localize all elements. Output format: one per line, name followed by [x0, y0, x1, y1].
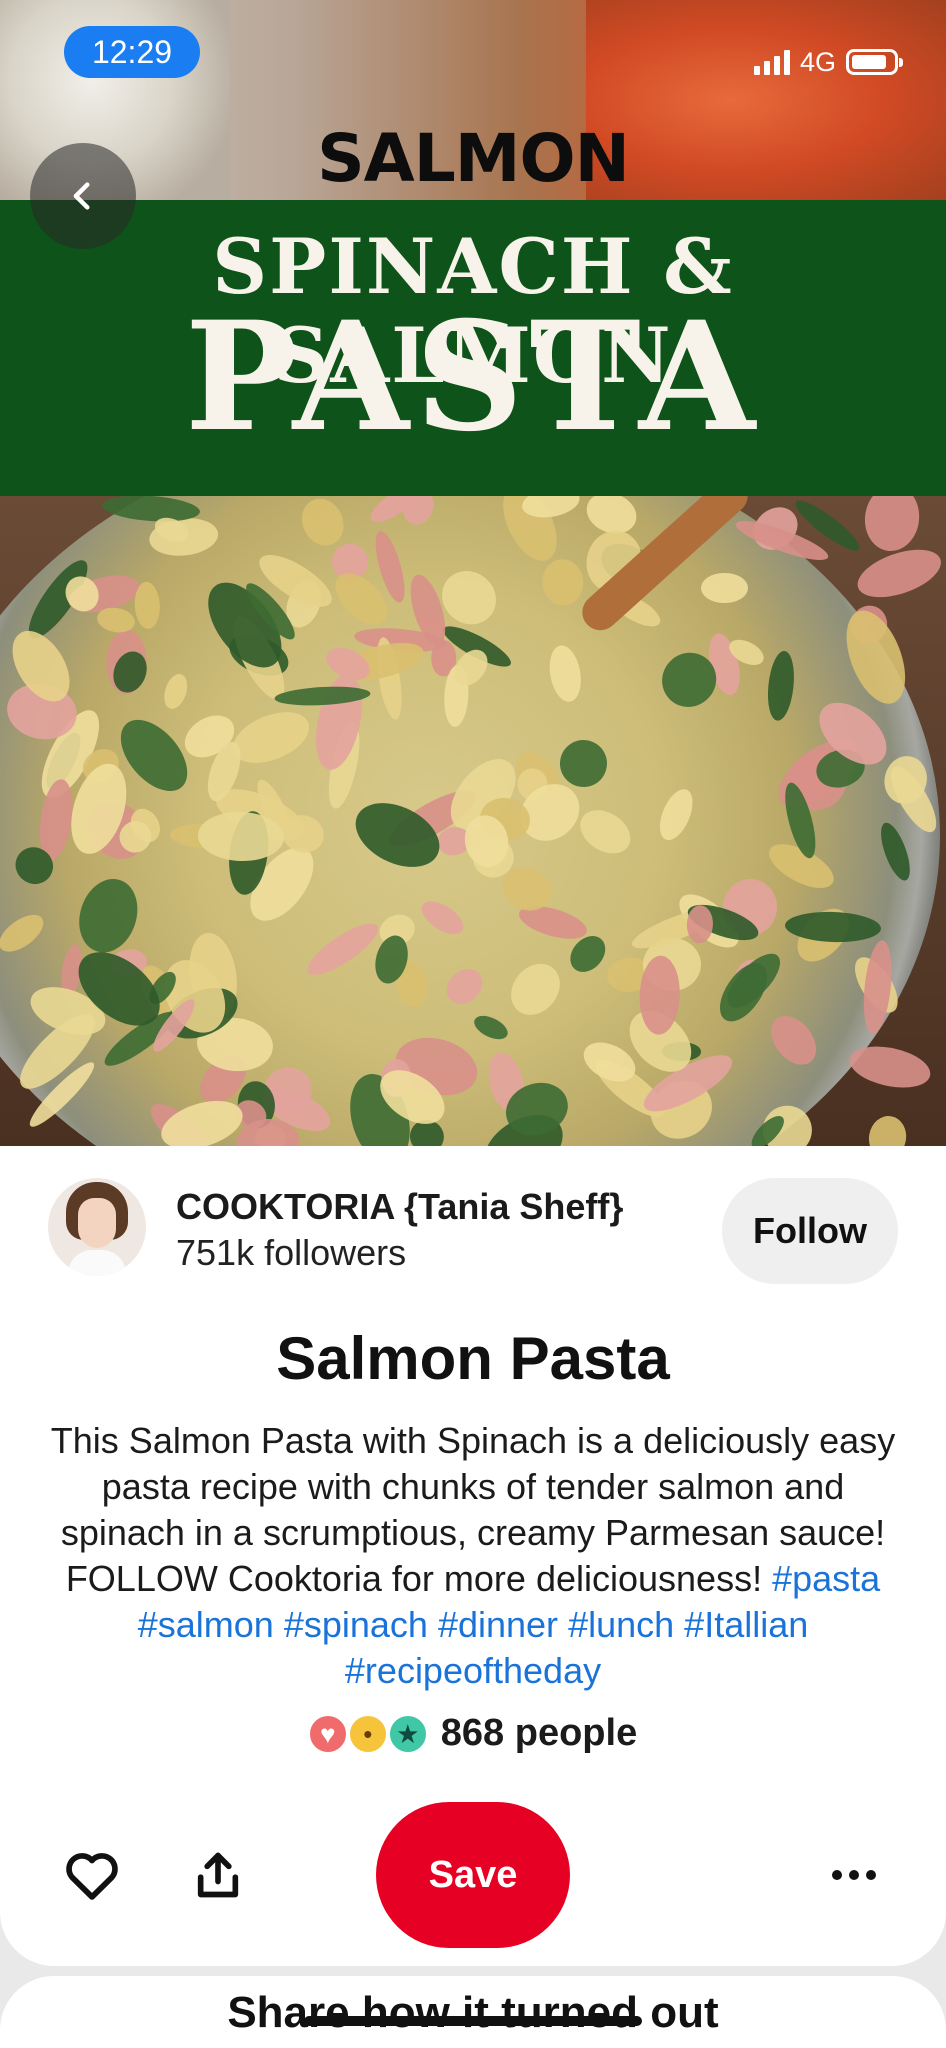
image-overlay-subtitle: SALMON	[317, 120, 630, 197]
battery-icon	[846, 49, 903, 75]
wow-reaction-icon: •	[346, 1712, 389, 1755]
food-texture	[861, 496, 923, 555]
hashtag-link[interactable]: #recipeoftheday	[345, 1650, 601, 1691]
signal-icon	[753, 49, 790, 75]
hashtag-link[interactable]: #spinach	[284, 1604, 428, 1645]
creator-followers: 751k followers	[176, 1232, 407, 1273]
image-banner-line2: PASTA	[184, 289, 762, 465]
description-text: This Salmon Pasta with Spinach is a deli…	[50, 1420, 896, 1599]
hashtag-link[interactable]: #salmon	[138, 1604, 274, 1645]
reactions-summary[interactable]: ♥ • ★ 868 people	[0, 1712, 946, 1755]
heart-outline-icon	[66, 1853, 118, 1900]
action-bar: Save	[0, 1802, 946, 1948]
star-reaction-icon: ★	[386, 1712, 429, 1755]
hashtag-link[interactable]: #dinner	[438, 1604, 558, 1645]
creator-avatar[interactable]	[48, 1178, 146, 1276]
share-icon	[197, 1852, 239, 1898]
food-texture	[865, 1112, 910, 1146]
status-indicators: 4G	[753, 42, 903, 82]
more-icon	[832, 1870, 876, 1880]
home-indicator[interactable]	[304, 2016, 642, 2026]
status-time: 12:29	[64, 26, 200, 78]
hashtag-link[interactable]: #Itallian	[684, 1604, 808, 1645]
hashtag-link[interactable]: #pasta	[772, 1558, 880, 1599]
more-options-button[interactable]	[814, 1835, 894, 1915]
food-texture	[845, 1040, 934, 1095]
save-button[interactable]: Save	[376, 1802, 570, 1948]
hashtag-link[interactable]: #lunch	[568, 1604, 674, 1645]
pin-detail-card: COOKTORIA {Tania Sheff} 751k followers F…	[0, 1146, 946, 1966]
back-button[interactable]	[30, 143, 136, 249]
food-texture	[851, 540, 946, 607]
reaction-icons: ♥ • ★	[306, 1712, 429, 1755]
comments-card: Share how it turned out	[0, 1976, 946, 2048]
follow-button[interactable]: Follow	[722, 1178, 898, 1284]
share-feedback-title[interactable]: Share how it turned out	[0, 1988, 946, 2038]
pin-description: This Salmon Pasta with Spinach is a deli…	[46, 1418, 900, 1694]
creator-name[interactable]: COOKTORIA {Tania Sheff}	[176, 1186, 623, 1228]
share-button[interactable]	[178, 1835, 258, 1915]
pin-image[interactable]: SALMON SPINACH & SALMON PASTA	[0, 0, 946, 1146]
like-button[interactable]	[52, 1835, 132, 1915]
image-pasta-dish	[0, 496, 946, 1146]
food-texture	[701, 573, 748, 604]
network-type: 4G	[799, 46, 836, 77]
heart-reaction-icon: ♥	[306, 1712, 349, 1755]
chevron-left-icon	[73, 182, 90, 210]
pin-title: Salmon Pasta	[276, 1325, 670, 1392]
reaction-count: 868 people	[440, 1712, 638, 1754]
creator-row: COOKTORIA {Tania Sheff} 751k followers F…	[48, 1178, 898, 1288]
